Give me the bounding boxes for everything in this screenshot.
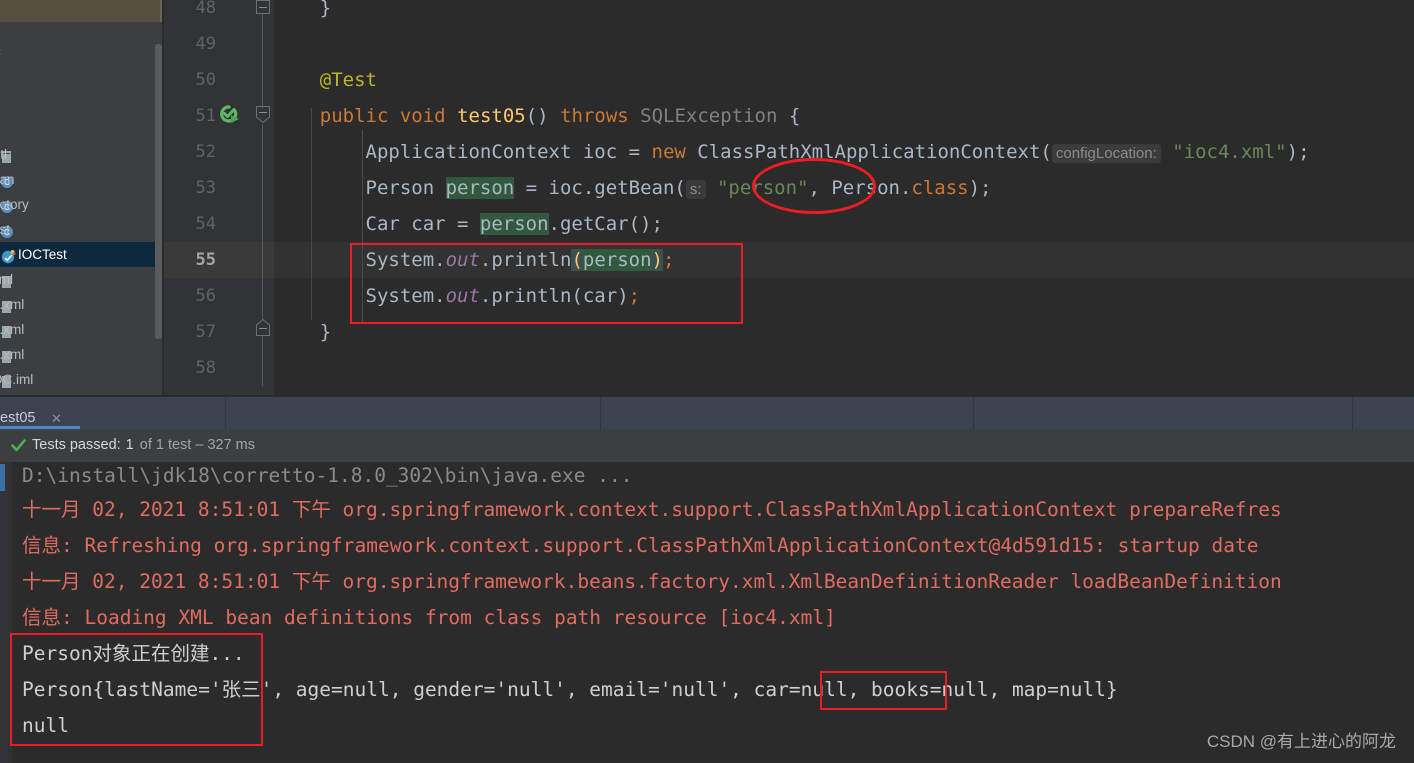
- fold-marker-collapse-icon[interactable]: [256, 0, 270, 14]
- project-tree-panel[interactable]: c .rtl C ean C actory C est: [0, 22, 162, 395]
- list-item[interactable]: xml: [0, 267, 162, 292]
- console-line: D:\install\jdk18\corretto-1.8.0_302\bin\…: [22, 464, 633, 487]
- fold-region-line: [262, 336, 263, 386]
- code-line-48: }: [319, 0, 332, 19]
- test-class-icon: [1, 247, 16, 264]
- console-line: 信息: Refreshing org.springframework.conte…: [22, 534, 1259, 557]
- project-panel-topbar: [0, 0, 160, 22]
- line-number: 53: [195, 178, 216, 198]
- list-item[interactable]: 4.xml: [0, 342, 162, 367]
- line-number: 51: [195, 106, 216, 126]
- list-item-label: OC.iml: [0, 372, 34, 387]
- console-line: Person对象正在创建...: [22, 642, 245, 665]
- code-line-50: @Test: [319, 69, 377, 91]
- tabbar-separator: [973, 397, 974, 429]
- list-item-label: 4.xml: [0, 347, 25, 362]
- code-line-53: Person person = ioc.getBean(s: "person",…: [365, 177, 992, 199]
- list-item-label: est: [0, 222, 11, 237]
- fold-region-line: [262, 14, 263, 108]
- line-number-current: 55: [195, 250, 216, 270]
- console-line: 信息: Loading XML bean definitions from cl…: [22, 606, 836, 629]
- project-tree-vertical-scrollbar[interactable]: [155, 44, 162, 339]
- code-line-57: }: [319, 321, 332, 343]
- project-tree-partial-label: c: [0, 44, 1, 59]
- list-item[interactable]: 2.xml: [0, 292, 162, 317]
- list-item[interactable]: C est: [0, 217, 162, 242]
- tabbar-separator: [600, 397, 601, 429]
- tabbar-separator: [1352, 397, 1353, 429]
- console-line: 十一月 02, 2021 8:51:01 下午 org.springframew…: [22, 570, 1282, 593]
- code-editor[interactable]: 48 49 50 51 52 53 54 55 56 57 58} @Test…: [164, 0, 1414, 395]
- fold-region-line: [262, 124, 263, 319]
- console-line: 十一月 02, 2021 8:51:01 下午 org.springframew…: [22, 498, 1282, 521]
- line-number: 49: [195, 34, 216, 54]
- list-item-label: ean: [0, 172, 15, 187]
- console-line: Person{lastName='张三', age=null, gender='…: [22, 678, 1118, 701]
- line-number: 48: [195, 0, 216, 18]
- list-item-ioctest[interactable]: IOCTest: [0, 242, 162, 267]
- console-line: null: [22, 714, 69, 737]
- test-status-text: Tests passed: 1 of 1 test – 327 ms: [32, 436, 255, 454]
- fold-marker-end-icon[interactable]: [256, 318, 270, 336]
- console-run-marker: [0, 464, 5, 491]
- tests-passed-count: 1: [125, 437, 134, 453]
- list-item-label: 2.xml: [0, 297, 25, 312]
- run-tool-tabbar[interactable]: test05 ✕: [0, 396, 1414, 429]
- csdn-watermark: CSDN @有上进心的阿龙: [1206, 732, 1396, 751]
- code-line-56: System.out.println(car);: [365, 285, 641, 307]
- line-number: 50: [195, 70, 216, 90]
- list-item[interactable]: C actory: [0, 192, 162, 217]
- param-hint-config-location: configLocation:: [1051, 144, 1161, 163]
- line-number: 58: [195, 358, 216, 378]
- run-test-icon[interactable]: [218, 104, 239, 124]
- list-item[interactable]: 3.xml: [0, 317, 162, 342]
- tests-passed-label: Tests passed:: [32, 437, 121, 453]
- code-line-55: System.out.println(person);: [365, 249, 675, 271]
- list-item[interactable]: C ean: [0, 167, 162, 192]
- line-number: 54: [195, 214, 216, 234]
- fold-marker-method-icon[interactable]: [256, 106, 270, 124]
- console-output[interactable]: D:\install\jdk18\corretto-1.8.0_302\bin\…: [0, 462, 1414, 763]
- tests-passed-detail: of 1 test – 327 ms: [139, 437, 256, 453]
- code-line-52: ApplicationContext ioc = new ClassPathXm…: [365, 141, 1310, 163]
- list-item[interactable]: .rtl: [0, 142, 162, 167]
- list-item-label: xml: [0, 272, 13, 287]
- test-status-bar: Tests passed: 1 of 1 test – 327 ms: [0, 429, 1414, 462]
- param-hint-bean-name: s:: [685, 180, 706, 199]
- list-item-label: actory: [0, 197, 29, 212]
- list-item-label: .rtl: [0, 147, 7, 162]
- code-line-51: public void test05() throws SQLException…: [319, 105, 801, 127]
- code-line-54: Car car = person.getCar();: [365, 213, 663, 235]
- ide-window: c .rtl C ean C actory C est: [0, 0, 1414, 763]
- line-number: 57: [195, 322, 216, 342]
- list-item[interactable]: OC.iml: [0, 367, 162, 392]
- tabbar-separator: [225, 397, 226, 429]
- line-number: 56: [195, 286, 216, 306]
- green-check-icon: [11, 438, 26, 453]
- list-item-label: IOCTest: [18, 247, 67, 262]
- console-gutter: [0, 462, 12, 763]
- list-item-label: 3.xml: [0, 322, 25, 337]
- line-number: 52: [195, 142, 216, 162]
- tab-test05[interactable]: test05 ✕: [0, 397, 90, 429]
